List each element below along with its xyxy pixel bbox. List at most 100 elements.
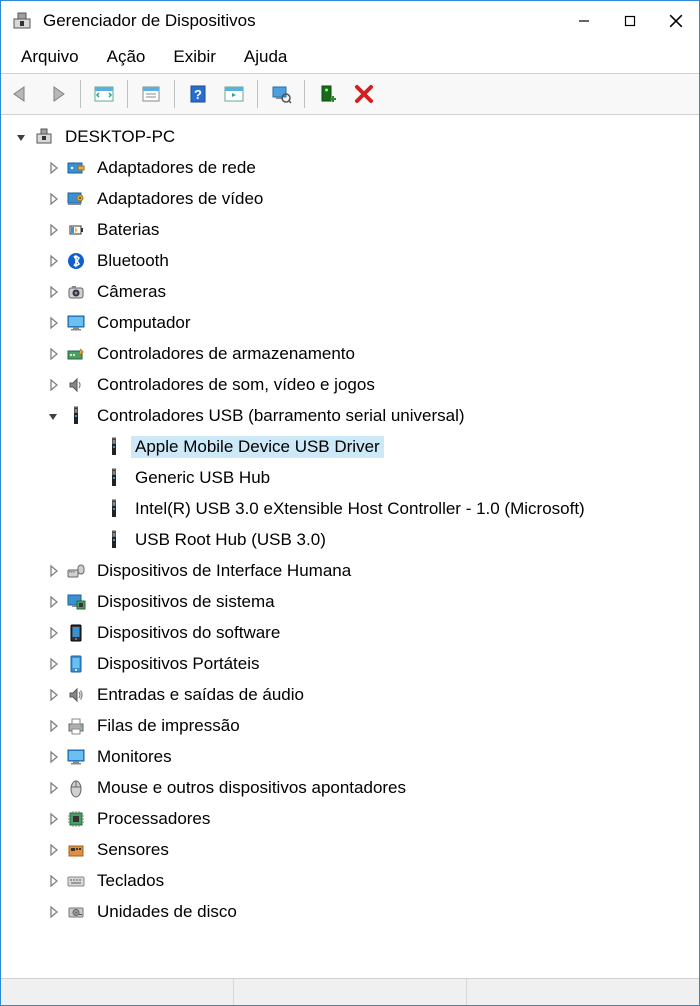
tree-item[interactable]: Dispositivos de Interface Humana: [5, 555, 695, 586]
tree-item[interactable]: Adaptadores de vídeo: [5, 183, 695, 214]
tree-item[interactable]: Monitores: [5, 741, 695, 772]
toolbar-separator: [304, 80, 305, 108]
enable-device-button[interactable]: [312, 78, 344, 110]
tree-item-label: Dispositivos de Interface Humana: [93, 560, 355, 582]
tree-item[interactable]: Dispositivos Portáteis: [5, 648, 695, 679]
tree-item-label: Unidades de disco: [93, 901, 241, 923]
scan-hardware-button[interactable]: [265, 78, 297, 110]
expand-icon[interactable]: [45, 253, 61, 269]
maximize-button[interactable]: [607, 1, 653, 41]
expand-icon[interactable]: [45, 222, 61, 238]
collapse-icon[interactable]: [45, 408, 61, 424]
expand-icon[interactable]: [45, 377, 61, 393]
minimize-button[interactable]: [561, 1, 607, 41]
tree-item[interactable]: Mouse e outros dispositivos apontadores: [5, 772, 695, 803]
device-tree[interactable]: DESKTOP-PC Adaptadores de rede Adaptador…: [1, 115, 699, 978]
tree-item-label: Entradas e saídas de áudio: [93, 684, 308, 706]
system-device-icon: [65, 591, 87, 613]
expand-icon[interactable]: [45, 346, 61, 362]
expand-icon[interactable]: [45, 284, 61, 300]
tree-item[interactable]: Apple Mobile Device USB Driver: [5, 431, 695, 462]
usb-icon: [65, 405, 87, 427]
audio-io-icon: [65, 684, 87, 706]
show-hide-tree-button[interactable]: [88, 78, 120, 110]
expand-icon[interactable]: [45, 191, 61, 207]
tree-item[interactable]: Controladores USB (barramento serial uni…: [5, 400, 695, 431]
tree-item-label: Dispositivos de sistema: [93, 591, 279, 613]
expand-icon[interactable]: [45, 811, 61, 827]
toolbar-separator: [257, 80, 258, 108]
expand-icon[interactable]: [45, 563, 61, 579]
tree-item[interactable]: Adaptadores de rede: [5, 152, 695, 183]
expand-icon[interactable]: [45, 718, 61, 734]
expand-icon[interactable]: [45, 160, 61, 176]
menu-exibir[interactable]: Exibir: [159, 43, 230, 71]
expander-none: [83, 532, 99, 548]
tree-item[interactable]: Entradas e saídas de áudio: [5, 679, 695, 710]
computer-chip-icon: [33, 126, 55, 148]
expander-none: [83, 501, 99, 517]
tree-item[interactable]: Computador: [5, 307, 695, 338]
tree-item[interactable]: Sensores: [5, 834, 695, 865]
tree-item[interactable]: Intel(R) USB 3.0 eXtensible Host Control…: [5, 493, 695, 524]
tree-item[interactable]: Teclados: [5, 865, 695, 896]
menubar: Arquivo Ação Exibir Ajuda: [1, 41, 699, 73]
toolbar-separator: [127, 80, 128, 108]
usb-icon: [103, 498, 125, 520]
disable-device-button[interactable]: [348, 78, 380, 110]
action-pane-button[interactable]: [218, 78, 250, 110]
tree-item-label: Processadores: [93, 808, 214, 830]
tree-item[interactable]: Controladores de som, vídeo e jogos: [5, 369, 695, 400]
tree-item-label: Monitores: [93, 746, 176, 768]
usb-icon: [103, 467, 125, 489]
svg-text:?: ?: [194, 87, 202, 102]
properties-button[interactable]: [135, 78, 167, 110]
expand-icon[interactable]: [45, 873, 61, 889]
expand-icon[interactable]: [45, 594, 61, 610]
expander-none: [83, 439, 99, 455]
tree-item[interactable]: Dispositivos de sistema: [5, 586, 695, 617]
tree-item-label: Mouse e outros dispositivos apontadores: [93, 777, 410, 799]
expand-icon[interactable]: [45, 842, 61, 858]
titlebar: Gerenciador de Dispositivos: [1, 1, 699, 41]
tree-item-label: Controladores de armazenamento: [93, 343, 359, 365]
tree-item[interactable]: Baterias: [5, 214, 695, 245]
menu-ajuda[interactable]: Ajuda: [230, 43, 301, 71]
tree-item-label: Dispositivos do software: [93, 622, 284, 644]
collapse-icon[interactable]: [13, 129, 29, 145]
expand-icon[interactable]: [45, 780, 61, 796]
window-title: Gerenciador de Dispositivos: [43, 11, 561, 31]
expand-icon[interactable]: [45, 625, 61, 641]
disk-drive-icon: [65, 901, 87, 923]
tree-item[interactable]: Câmeras: [5, 276, 695, 307]
expand-icon[interactable]: [45, 904, 61, 920]
tree-item[interactable]: USB Root Hub (USB 3.0): [5, 524, 695, 555]
tree-item[interactable]: Unidades de disco: [5, 896, 695, 927]
tree-item[interactable]: Bluetooth: [5, 245, 695, 276]
tree-item[interactable]: Filas de impressão: [5, 710, 695, 741]
tree-item[interactable]: Processadores: [5, 803, 695, 834]
menu-arquivo[interactable]: Arquivo: [7, 43, 93, 71]
tree-item[interactable]: Generic USB Hub: [5, 462, 695, 493]
tree-item-label: Intel(R) USB 3.0 eXtensible Host Control…: [131, 498, 589, 520]
tree-item-label: DESKTOP-PC: [61, 126, 179, 148]
expand-icon[interactable]: [45, 656, 61, 672]
expand-icon[interactable]: [45, 687, 61, 703]
tree-item[interactable]: Controladores de armazenamento: [5, 338, 695, 369]
tree-item[interactable]: DESKTOP-PC: [5, 121, 695, 152]
tree-item-label: Filas de impressão: [93, 715, 244, 737]
tree-item[interactable]: Dispositivos do software: [5, 617, 695, 648]
menu-acao[interactable]: Ação: [93, 43, 160, 71]
bluetooth-icon: [65, 250, 87, 272]
forward-button[interactable]: [41, 78, 73, 110]
usb-icon: [103, 529, 125, 551]
expand-icon[interactable]: [45, 315, 61, 331]
help-button[interactable]: ?: [182, 78, 214, 110]
tree-item-label: Computador: [93, 312, 195, 334]
expand-icon[interactable]: [45, 749, 61, 765]
back-button[interactable]: [5, 78, 37, 110]
tree-item-label: Generic USB Hub: [131, 467, 274, 489]
keyboard-icon: [65, 870, 87, 892]
close-button[interactable]: [653, 1, 699, 41]
hid-icon: [65, 560, 87, 582]
